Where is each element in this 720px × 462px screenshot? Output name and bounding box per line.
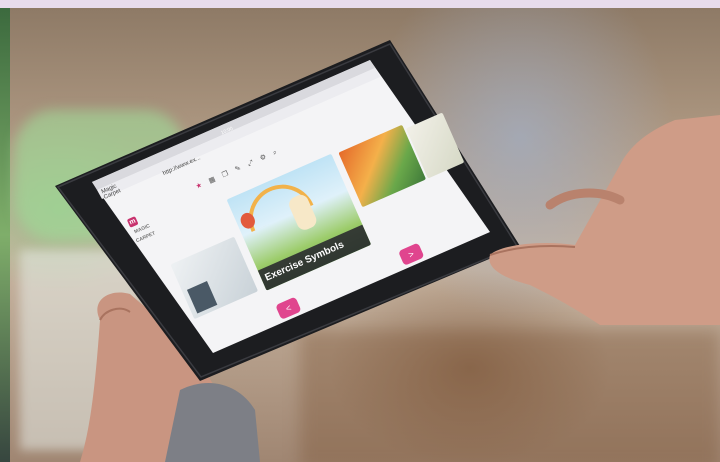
left-edge-strip [0, 8, 10, 462]
tablet-device [55, 40, 520, 381]
right-hand [489, 115, 720, 325]
photo-frame: 10:00 Magic Carpet http://www.ex... m MA… [0, 0, 720, 462]
